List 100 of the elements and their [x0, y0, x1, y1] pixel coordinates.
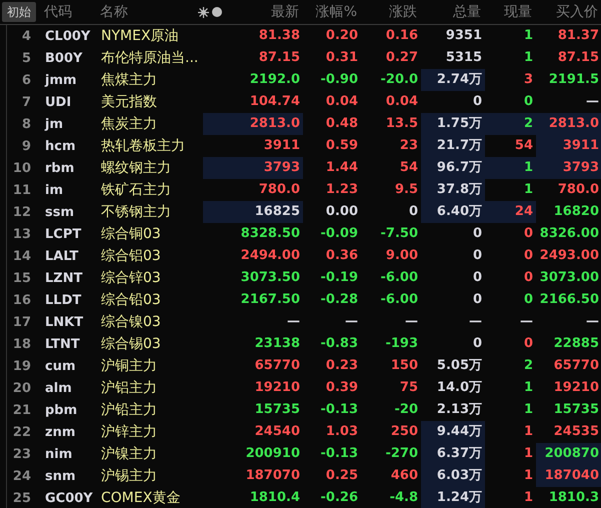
table-cell: 1.24万 [436, 490, 482, 506]
table-cell: 22885 [554, 336, 599, 352]
column-header[interactable]: 涨幅% [302, 3, 360, 21]
table-cell: 0.04 [326, 94, 358, 110]
table-cell: 3073.50 [240, 270, 300, 286]
table-cell: 5.05万 [436, 358, 482, 374]
table-cell: 1 [524, 468, 533, 484]
table-cell: 6.03万 [436, 468, 482, 484]
table-cell: 2813.0 [250, 116, 300, 132]
table-cell: 54 [514, 138, 533, 154]
symbol-code: rbm [44, 160, 76, 176]
symbol-code: B00Y [44, 50, 84, 66]
table-cell: -6.00 [380, 270, 418, 286]
column-header[interactable]: 涨跌 [360, 3, 420, 21]
table-cell: 24 [514, 204, 533, 220]
row-number: 24 [12, 468, 32, 484]
symbol-code: UDI [44, 94, 72, 110]
circle-icon[interactable] [212, 7, 222, 17]
symbol-code: LALT [44, 248, 80, 264]
table-cell: 0.04 [386, 94, 418, 110]
table-cell: 65770 [254, 358, 300, 374]
table-cell: 2.13万 [436, 402, 482, 418]
symbol-name: NYMEX原油 [101, 27, 180, 45]
symbol-code: alm [44, 380, 73, 396]
row-number: 23 [12, 446, 32, 462]
reset-button[interactable]: 初始 [2, 2, 36, 22]
table-cell: 5315 [446, 50, 482, 66]
table-cell: -20.0 [380, 72, 418, 88]
table-cell: — [287, 314, 300, 330]
symbol-name: 综合镍03 [101, 313, 162, 331]
table-cell: 2191.5 [548, 72, 599, 88]
table-cell: 54 [400, 160, 418, 176]
table-cell: 0.16 [386, 28, 418, 44]
table-cell: 16825 [254, 204, 300, 220]
table-cell: -7.50 [380, 226, 418, 242]
table-cell: 0.48 [326, 116, 358, 132]
table-cell: -0.83 [320, 336, 358, 352]
table-cell: 23138 [254, 336, 300, 352]
column-header[interactable]: 买入价 [535, 3, 601, 21]
table-cell: 2166.50 [540, 292, 599, 308]
symbol-code: snm [44, 468, 77, 484]
table-cell: 2 [524, 358, 533, 374]
table-cell: 0 [524, 248, 533, 264]
table-cell: 13.5 [386, 116, 418, 132]
column-header[interactable]: 最新 [232, 3, 302, 21]
symbol-code: jm [44, 116, 64, 132]
table-cell: 3911 [562, 138, 599, 154]
row-number: 17 [12, 314, 32, 330]
symbol-name: 沪铝主力 [101, 379, 158, 397]
table-cell: 9.44万 [436, 424, 482, 440]
table-cell: 81.38 [258, 28, 300, 44]
table-cell: 0.20 [326, 28, 358, 44]
symbol-name: 综合铜03 [101, 225, 162, 243]
column-header[interactable]: 现量 [484, 3, 535, 21]
table-cell: 187070 [246, 468, 300, 484]
table-cell: 0 [408, 204, 418, 220]
table-cell: 187040 [544, 468, 599, 484]
column-header[interactable]: 名称 [100, 3, 202, 21]
column-header[interactable]: 总量 [420, 3, 484, 21]
table-cell: 2192.0 [250, 72, 300, 88]
row-number: 12 [12, 204, 32, 220]
symbol-code: CL00Y [44, 28, 92, 44]
table-cell: 1 [524, 182, 533, 198]
table-cell: -6.00 [380, 292, 418, 308]
row-number: 11 [12, 182, 32, 198]
symbol-name: 沪镍主力 [101, 445, 158, 463]
table-cell: 0.25 [326, 468, 358, 484]
table-cell: 37.8万 [436, 182, 482, 198]
row-number: 14 [12, 248, 32, 264]
table-cell: 1 [524, 490, 533, 506]
table-cell: -270 [385, 446, 418, 462]
table-cell: 9.5 [394, 182, 418, 198]
table-cell: -0.13 [320, 446, 358, 462]
table-cell: 15735 [254, 402, 300, 418]
table-cell: 250 [390, 424, 418, 440]
symbol-code: hcm [44, 138, 77, 154]
row-number: 18 [12, 336, 32, 352]
column-header[interactable]: 代码 [34, 3, 100, 21]
table-cell: 0.27 [386, 50, 418, 66]
symbol-code: znm [44, 424, 76, 440]
table-cell: 2493.00 [540, 248, 599, 264]
row-number: 4 [20, 28, 32, 44]
symbol-code: ssm [44, 204, 76, 220]
row-number: 21 [12, 402, 32, 418]
table-cell: 2167.50 [240, 292, 300, 308]
table-cell: 0.23 [326, 358, 358, 374]
table-cell: 0 [472, 248, 482, 264]
sun-icon[interactable] [198, 6, 209, 18]
table-cell: 87.15 [558, 50, 599, 66]
symbol-code: pbm [44, 402, 78, 418]
table-cell: 0.36 [326, 248, 358, 264]
table-cell: 1.03 [326, 424, 358, 440]
table-cell: 0 [472, 94, 482, 110]
symbol-code: LLDT [44, 292, 82, 308]
symbol-name: 焦煤主力 [101, 71, 158, 89]
symbol-code: cum [44, 358, 77, 374]
table-cell: 8328.50 [240, 226, 300, 242]
table-cell: 2.74万 [436, 72, 482, 88]
table-cell: 3793 [562, 160, 599, 176]
table-cell: 1 [524, 50, 533, 66]
